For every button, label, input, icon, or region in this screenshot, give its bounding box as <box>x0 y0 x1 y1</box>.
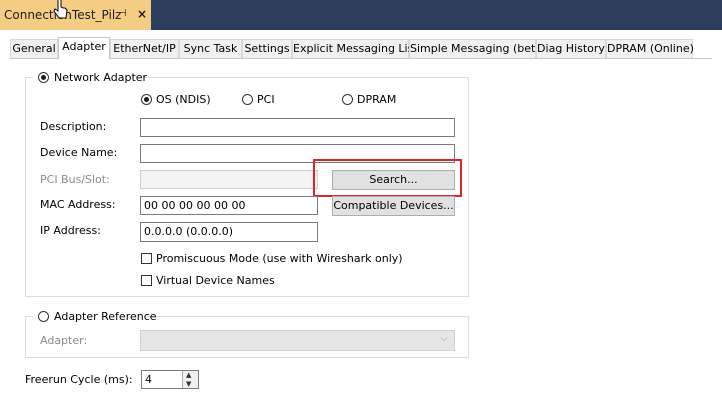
os-ndis-radio[interactable] <box>141 94 152 105</box>
os-ndis-label: OS (NDIS) <box>156 93 211 106</box>
spin-up-icon[interactable]: ▲ <box>186 371 191 379</box>
adapter-label: Adapter: <box>40 334 88 347</box>
dpram-radio[interactable] <box>342 94 353 105</box>
tab-ethernet-ip[interactable]: EtherNet/IP <box>110 39 179 58</box>
chevron-down-icon: ⌵ <box>440 333 448 344</box>
virtual-device-names-checkbox[interactable] <box>141 275 152 286</box>
pci-bus-slot-label: PCI Bus/Slot: <box>40 173 110 186</box>
device-name-label: Device Name: <box>40 146 118 159</box>
network-adapter-radio[interactable] <box>38 72 49 83</box>
promiscuous-mode-checkbox[interactable] <box>141 253 152 264</box>
spin-buttons: ▲ ▼ <box>182 371 198 388</box>
adapter-reference-radio[interactable] <box>38 311 49 322</box>
tab-baseline <box>10 58 712 59</box>
freerun-cycle-label: Freerun Cycle (ms): <box>25 373 133 386</box>
description-field[interactable] <box>140 118 455 137</box>
tab-simple-messaging[interactable]: Simple Messaging (beta) <box>409 39 546 58</box>
search-highlight-box <box>313 159 462 197</box>
compatible-devices-button[interactable]: Compatible Devices... <box>332 196 455 216</box>
promiscuous-mode-label: Promiscuous Mode (use with Wireshark onl… <box>156 252 403 265</box>
tab-diag-history[interactable]: Diag History <box>536 39 606 58</box>
ip-address-field[interactable]: 0.0.0.0 (0.0.0.0) <box>140 222 318 242</box>
mouse-cursor-icon <box>53 0 68 19</box>
mac-address-field[interactable]: 00 00 00 00 00 00 <box>140 196 318 215</box>
network-adapter-label: Network Adapter <box>54 71 148 84</box>
tab-adapter[interactable]: Adapter <box>58 37 110 59</box>
ip-address-label: IP Address: <box>40 224 101 237</box>
virtual-device-names-label: Virtual Device Names <box>156 274 275 287</box>
tab-settings[interactable]: Settings <box>242 39 292 58</box>
dpram-label: DPRAM <box>357 93 397 106</box>
freerun-cycle-stepper[interactable]: 4 ▲ ▼ <box>141 370 199 389</box>
spin-down-icon[interactable]: ▼ <box>186 380 191 388</box>
pci-bus-slot-field <box>140 170 318 189</box>
tab-dpram-online[interactable]: DPRAM (Online) <box>606 39 694 58</box>
document-tab[interactable]: ConnectionTest_Pilz ⊣ × <box>0 0 151 30</box>
description-label: Description: <box>40 120 107 133</box>
pin-icon[interactable]: ⊣ <box>118 8 127 19</box>
pci-label: PCI <box>257 93 275 106</box>
adapter-reference-label: Adapter Reference <box>54 310 157 323</box>
freerun-cycle-value[interactable]: 4 <box>145 373 152 386</box>
close-icon[interactable]: × <box>137 7 147 21</box>
pci-radio[interactable] <box>242 94 253 105</box>
tab-general[interactable]: General <box>10 39 58 58</box>
tab-explicit-messaging-list[interactable]: Explicit Messaging List <box>292 39 418 58</box>
adapter-dropdown: ⌵ <box>140 330 455 351</box>
mac-address-label: MAC Address: <box>40 198 116 211</box>
tab-sync-task[interactable]: Sync Task <box>179 39 242 58</box>
